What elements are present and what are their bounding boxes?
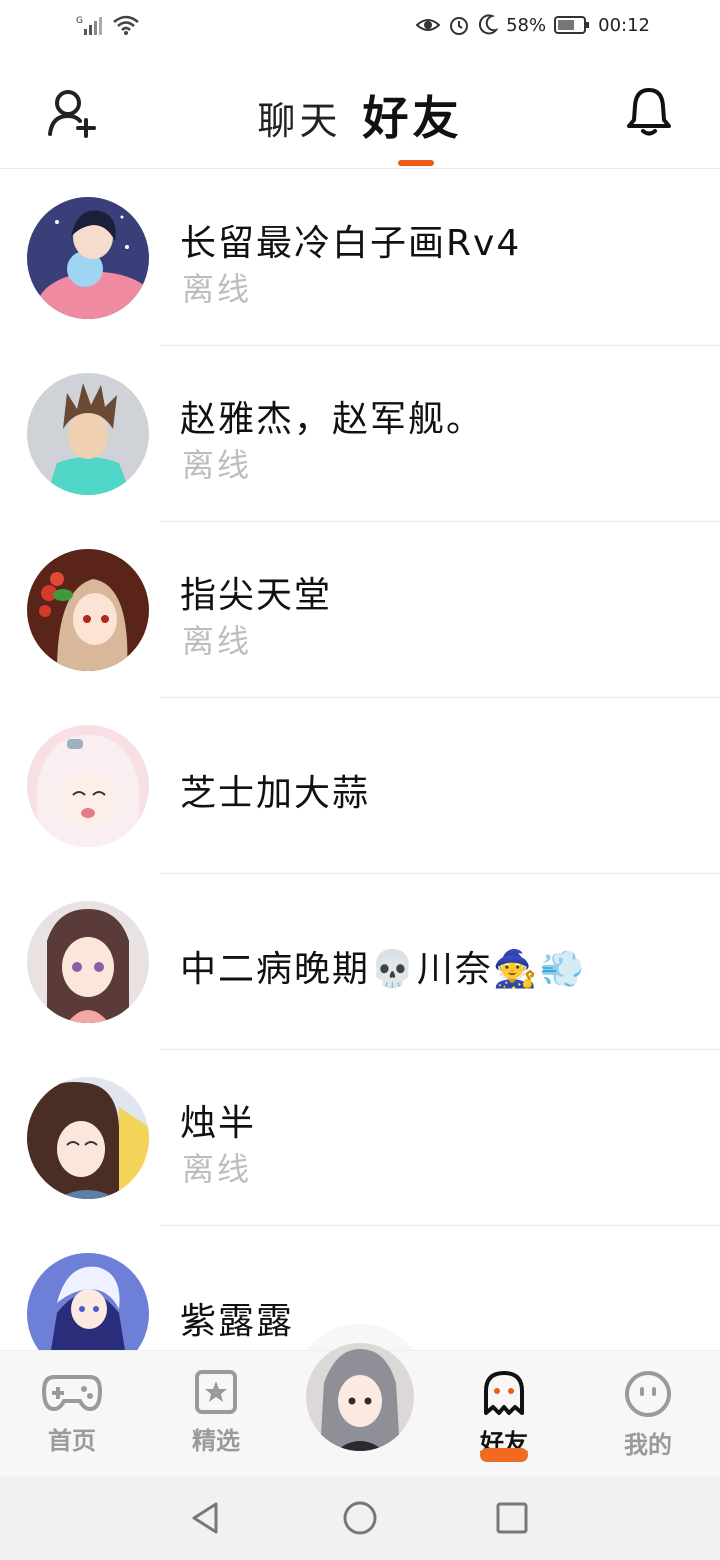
battery-icon [554, 16, 590, 34]
star-bookmark-icon [195, 1370, 237, 1414]
eye-comfort-icon [416, 19, 441, 31]
center-avatar-button[interactable] [306, 1343, 414, 1451]
notification-bell-icon[interactable] [626, 86, 672, 138]
avatar[interactable] [27, 901, 149, 1023]
signal-icon: G [76, 16, 102, 35]
friend-name: 长留最冷白子画Rv4 [180, 223, 522, 264]
avatar[interactable] [27, 1077, 149, 1199]
tab-chat[interactable]: 聊天 [257, 90, 341, 145]
nav-active-indicator [480, 1448, 528, 1462]
friend-list: 长留最冷白子画Rv4 离线 赵雅杰，赵军舰。 离线 指尖天堂 离线 芝士加大蒜 … [0, 170, 720, 1350]
friend-status: 离线 [182, 622, 253, 660]
nav-friends[interactable]: 好友 [454, 1369, 554, 1458]
moon-icon [479, 14, 499, 35]
friend-status: 离线 [182, 270, 253, 308]
smiley-face-icon [625, 1371, 671, 1417]
top-header: 聊天 好友 [0, 56, 720, 169]
nav-picks[interactable]: 精选 [166, 1369, 266, 1456]
friend-row[interactable]: 指尖天堂 离线 [0, 522, 720, 698]
system-nav-bar [0, 1476, 720, 1560]
avatar[interactable] [27, 373, 149, 495]
clock: 00:12 [598, 14, 650, 36]
status-right-group: 58% 00:12 [416, 14, 650, 36]
avatar[interactable] [27, 725, 149, 847]
header-tabs: 聊天 好友 [0, 82, 720, 148]
friend-name: 指尖天堂 [180, 575, 333, 616]
friend-row[interactable]: 长留最冷白子画Rv4 离线 [0, 170, 720, 346]
tab-friends[interactable]: 好友 [363, 82, 463, 148]
nav-picks-label: 精选 [192, 1427, 240, 1455]
nav-home-label: 首页 [48, 1427, 96, 1455]
friend-name: 中二病晚期💀川奈🧙💨 [180, 949, 587, 990]
friend-name: 烛半 [180, 1103, 257, 1144]
battery-percent: 58% [506, 14, 547, 36]
alarm-icon [450, 17, 469, 35]
back-icon[interactable] [186, 1498, 226, 1538]
svg-text:G: G [76, 16, 83, 26]
friend-name: 紫露露 [180, 1301, 295, 1342]
friend-status: 离线 [182, 446, 253, 484]
nav-home[interactable]: 首页 [22, 1369, 122, 1456]
status-bar: G 58% 00:12 [0, 0, 720, 56]
avatar[interactable] [27, 1253, 149, 1350]
friend-name: 赵雅杰，赵军舰。 [180, 399, 485, 440]
nav-me[interactable]: 我的 [598, 1369, 698, 1460]
home-icon[interactable] [340, 1498, 380, 1538]
friend-name: 芝士加大蒜 [180, 773, 371, 814]
wifi-icon [113, 15, 139, 35]
friend-row[interactable]: 烛半 离线 [0, 1050, 720, 1226]
friend-status: 离线 [182, 1150, 253, 1188]
recents-icon[interactable] [492, 1498, 532, 1538]
friend-row[interactable]: 芝士加大蒜 [0, 698, 720, 874]
friend-row[interactable]: 中二病晚期💀川奈🧙💨 [0, 874, 720, 1050]
tab-active-indicator [398, 160, 434, 166]
avatar[interactable] [27, 549, 149, 671]
gamepad-icon [41, 1375, 103, 1412]
friend-row[interactable]: 赵雅杰，赵军舰。 离线 [0, 346, 720, 522]
signal-group: G [76, 14, 140, 36]
nav-me-label: 我的 [624, 1431, 672, 1459]
ghost-icon [484, 1371, 524, 1415]
avatar[interactable] [27, 197, 149, 319]
